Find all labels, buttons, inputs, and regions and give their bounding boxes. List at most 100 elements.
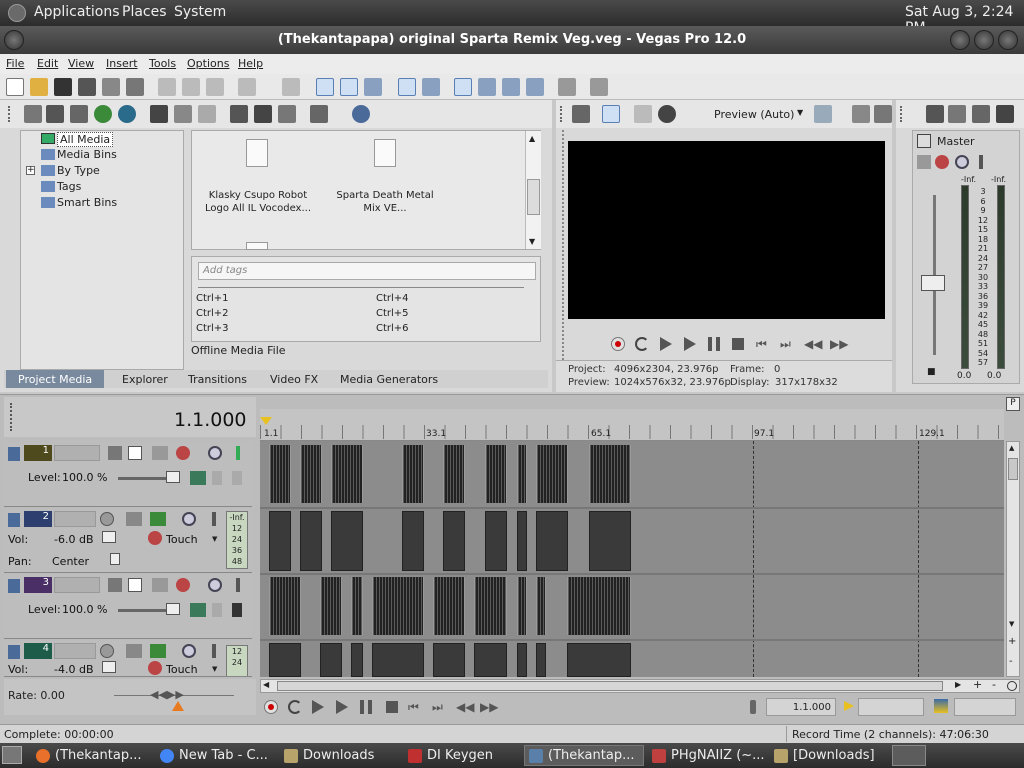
track-minimize-icon[interactable] bbox=[8, 579, 20, 593]
track-motion-icon[interactable] bbox=[128, 578, 142, 592]
menu-view[interactable]: View bbox=[68, 57, 94, 70]
dim-output-icon[interactable] bbox=[972, 105, 990, 123]
pause-icon[interactable] bbox=[360, 700, 372, 714]
solo-icon[interactable] bbox=[236, 446, 240, 460]
grip-icon[interactable] bbox=[10, 403, 12, 431]
audio-event[interactable] bbox=[517, 511, 527, 571]
preview-properties-icon[interactable] bbox=[572, 105, 590, 123]
taskbar-item[interactable]: (Thekantap... bbox=[32, 745, 154, 766]
tab-media-generators[interactable]: Media Generators bbox=[340, 373, 438, 386]
audio-event[interactable] bbox=[269, 643, 301, 677]
zoom-tool-icon[interactable] bbox=[1007, 681, 1017, 691]
audio-event[interactable] bbox=[433, 643, 465, 677]
media-file-item[interactable]: Sparta Death Metal Mix VE... bbox=[320, 189, 450, 215]
pause-icon[interactable] bbox=[708, 337, 720, 351]
next-frame-icon[interactable]: ▶▶ bbox=[830, 337, 848, 351]
whats-this-help-icon[interactable] bbox=[590, 78, 608, 96]
menu-tools[interactable]: Tools bbox=[149, 57, 176, 70]
properties-icon[interactable] bbox=[126, 78, 144, 96]
scroll-down-icon[interactable]: ▼ bbox=[529, 237, 535, 246]
stop-icon[interactable] bbox=[386, 701, 398, 713]
zoom-out-icon[interactable]: - bbox=[992, 678, 996, 691]
solo-icon[interactable] bbox=[212, 512, 216, 526]
master-fx-chain-icon[interactable] bbox=[935, 155, 949, 169]
save-as-icon[interactable] bbox=[78, 78, 96, 96]
cursor-position[interactable]: 1.1.000 bbox=[174, 409, 247, 431]
video-event[interactable] bbox=[485, 445, 507, 503]
overlays-icon[interactable] bbox=[814, 105, 832, 123]
mute-icon[interactable] bbox=[182, 512, 196, 526]
loop-marker-icon[interactable] bbox=[260, 417, 272, 425]
search-icon[interactable] bbox=[352, 105, 370, 123]
tab-explorer[interactable]: Explorer bbox=[122, 373, 168, 386]
scroll-thumb[interactable] bbox=[527, 179, 540, 215]
external-monitor-icon[interactable] bbox=[602, 105, 620, 123]
start-preview-icon[interactable] bbox=[230, 105, 248, 123]
open-icon[interactable] bbox=[30, 78, 48, 96]
zoom-in-icon[interactable]: + bbox=[1008, 636, 1016, 647]
scroll-right-icon[interactable]: ▶ bbox=[955, 680, 961, 689]
audio-event[interactable] bbox=[351, 643, 363, 677]
record-icon[interactable] bbox=[264, 700, 278, 714]
window-title-bar[interactable]: (Thekantapapa) original Sparta Remix Veg… bbox=[0, 26, 1024, 54]
applications-menu[interactable]: Applications bbox=[34, 4, 120, 20]
track-header-4[interactable]: 4 Vol: -4.0 dB Touch ▼ 12 24 bbox=[4, 641, 252, 677]
menu-edit[interactable]: Edit bbox=[37, 57, 58, 70]
master-fader-knob[interactable] bbox=[921, 275, 945, 291]
refresh-icon[interactable] bbox=[94, 105, 112, 123]
play-icon[interactable] bbox=[336, 700, 348, 714]
cut-icon[interactable] bbox=[158, 78, 176, 96]
solo-icon[interactable] bbox=[236, 578, 240, 592]
audio-event[interactable] bbox=[320, 643, 342, 677]
level-slider-knob[interactable] bbox=[166, 603, 180, 615]
video-event[interactable] bbox=[320, 577, 342, 635]
track-minimize-icon[interactable] bbox=[8, 645, 20, 659]
track-header-2[interactable]: 2 Vol: -6.0 dB Touch ▼ Pan: Center -Inf.… bbox=[4, 509, 252, 573]
auto-preview-icon[interactable] bbox=[278, 105, 296, 123]
close-button[interactable] bbox=[998, 30, 1018, 50]
normal-edit-tool-icon[interactable] bbox=[316, 78, 334, 96]
vol-slider-knob[interactable] bbox=[102, 661, 116, 673]
ignore-grouping-icon[interactable] bbox=[502, 78, 520, 96]
video-event[interactable] bbox=[517, 577, 527, 635]
record-icon[interactable] bbox=[611, 337, 625, 351]
render-icon[interactable] bbox=[102, 78, 120, 96]
cursor-time-field[interactable]: 1.1.000 bbox=[766, 698, 836, 716]
tab-transitions[interactable]: Transitions bbox=[188, 373, 247, 386]
video-event[interactable] bbox=[517, 445, 527, 503]
tab-project-media[interactable]: Project Media bbox=[6, 370, 104, 388]
taskbar-item[interactable]: New Tab - C... bbox=[156, 745, 276, 766]
bypass-motion-icon[interactable] bbox=[152, 578, 168, 592]
vol-value[interactable]: -4.0 dB bbox=[54, 663, 94, 676]
media-generators-icon[interactable] bbox=[198, 105, 216, 123]
video-event[interactable] bbox=[351, 577, 363, 635]
tag-shortcut[interactable]: Ctrl+4 bbox=[376, 293, 409, 304]
play-icon[interactable] bbox=[684, 337, 696, 351]
solo-icon[interactable] bbox=[979, 155, 983, 169]
taskbar-item[interactable]: DI Keygen bbox=[404, 745, 524, 766]
audio-event[interactable] bbox=[536, 643, 546, 677]
loop-icon[interactable] bbox=[288, 700, 302, 714]
copy-snapshot-icon[interactable] bbox=[852, 105, 870, 123]
preview-quality-select[interactable]: Preview (Auto) bbox=[714, 108, 794, 121]
audio-event[interactable] bbox=[589, 511, 631, 571]
undo-icon[interactable] bbox=[238, 78, 256, 96]
scroll-left-icon[interactable]: ◀ bbox=[263, 680, 269, 689]
audio-event[interactable] bbox=[402, 511, 424, 571]
track-scrollbar[interactable]: ▲ ▼ + - bbox=[1006, 441, 1020, 677]
vol-value[interactable]: -6.0 dB bbox=[54, 533, 94, 546]
play-from-start-icon[interactable] bbox=[312, 700, 324, 714]
mixer-properties-icon[interactable] bbox=[926, 105, 944, 123]
minimize-button[interactable] bbox=[950, 30, 970, 50]
video-event[interactable] bbox=[372, 577, 424, 635]
tree-item-by-type[interactable]: By Type bbox=[57, 164, 100, 177]
taskbar-item-active[interactable]: (Thekantap... bbox=[524, 745, 644, 766]
mute-icon[interactable] bbox=[208, 578, 222, 592]
grip-icon[interactable] bbox=[8, 106, 12, 122]
audio-event[interactable] bbox=[331, 511, 363, 571]
video-event[interactable] bbox=[443, 445, 465, 503]
mixer-view-icon[interactable] bbox=[996, 105, 1014, 123]
track-minimize-icon[interactable] bbox=[8, 513, 20, 527]
audio-event[interactable] bbox=[567, 643, 631, 677]
copy-icon[interactable] bbox=[182, 78, 200, 96]
